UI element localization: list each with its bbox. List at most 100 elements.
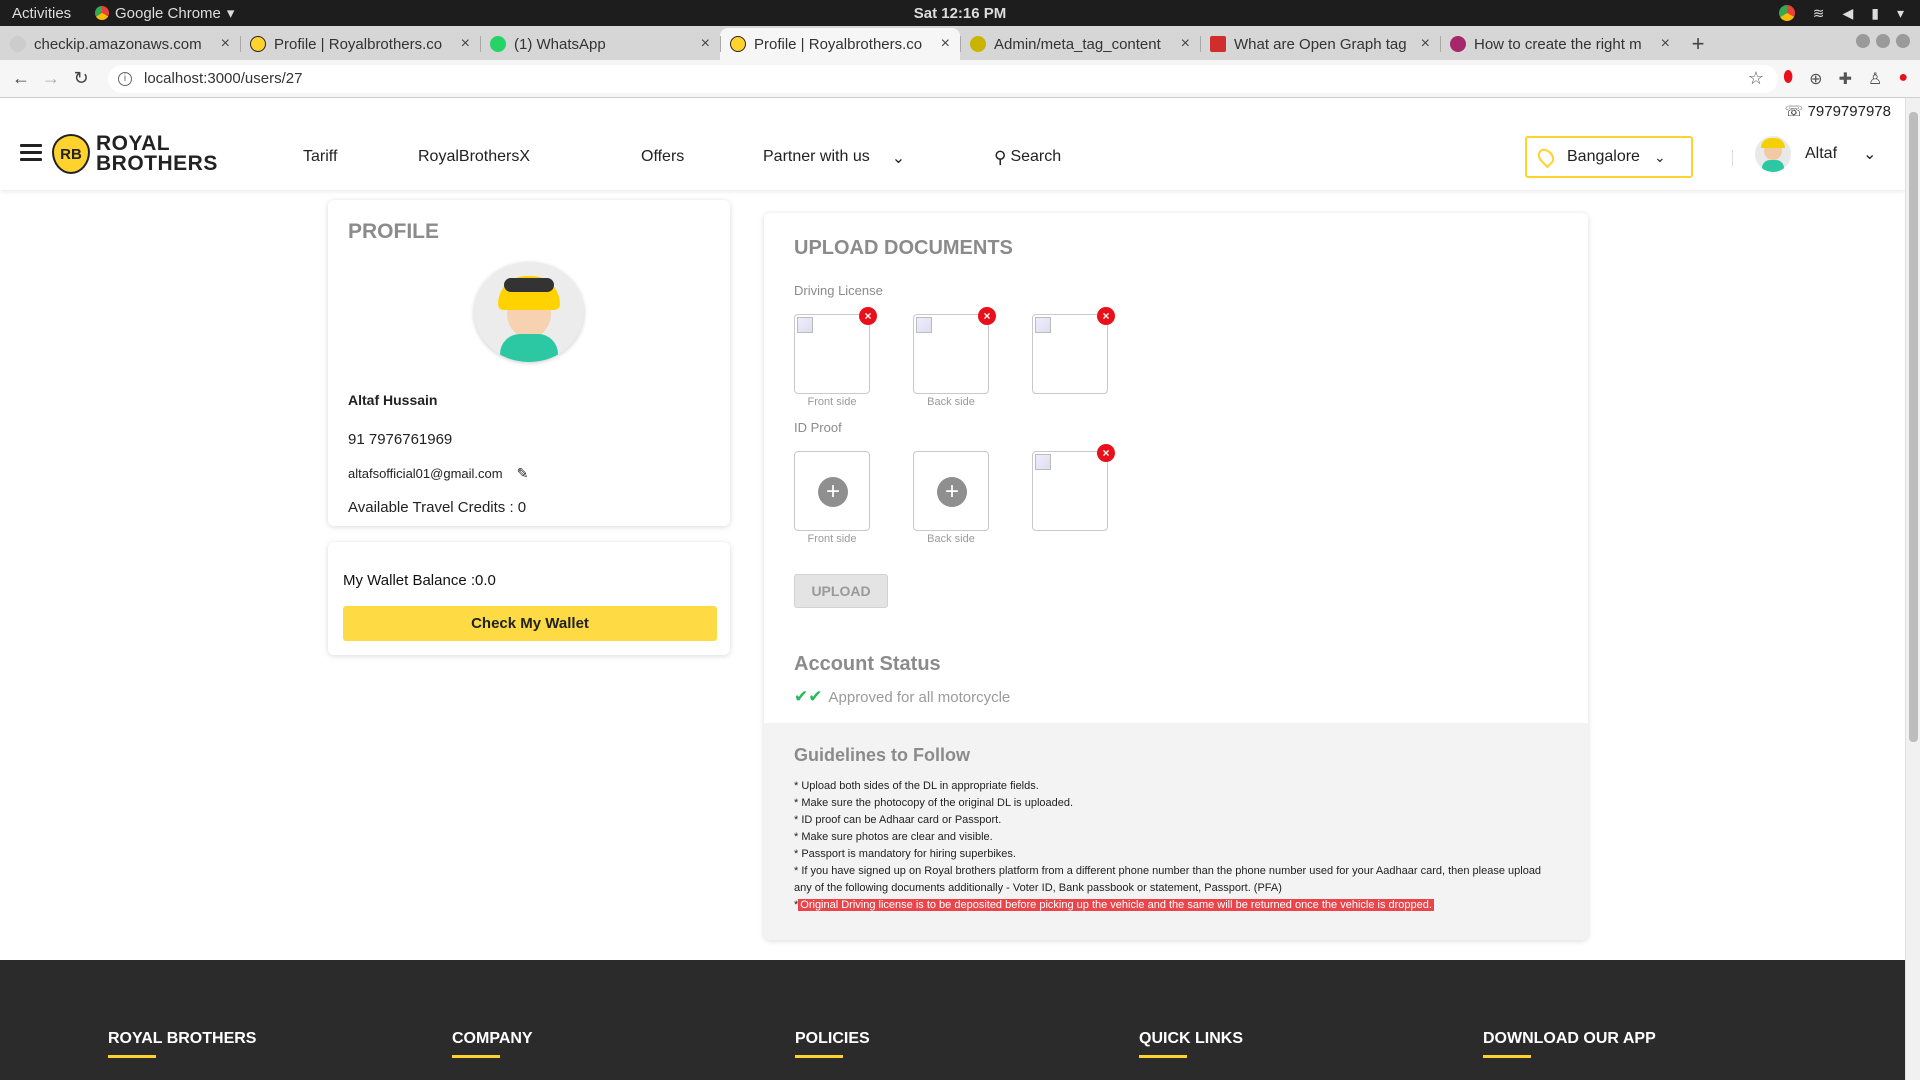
guideline-item: * Passport is mandatory for hiring super… <box>794 848 1016 860</box>
nav-tariff[interactable]: Tariff <box>303 148 337 166</box>
id-front-slot[interactable]: + <box>794 451 870 531</box>
avatar <box>1755 136 1791 172</box>
profile-extension-icon[interactable]: ♙ <box>1868 69 1882 89</box>
dl-front-caption: Front side <box>807 396 857 408</box>
add-icon: + <box>937 477 967 507</box>
new-tab-button[interactable]: + <box>1680 28 1716 60</box>
app-menu[interactable]: Google Chrome ▾ <box>95 4 234 22</box>
upload-button[interactable]: UPLOAD <box>794 574 888 608</box>
wallet-card: My Wallet Balance :0.0 Check My Wallet <box>328 542 730 655</box>
dl-extra-slot[interactable]: × <box>1032 307 1115 394</box>
red-extension-icon[interactable]: ● <box>1898 69 1908 89</box>
maximize-icon[interactable] <box>1876 34 1890 48</box>
address-bar[interactable]: i localhost:3000/users/27 ☆ <box>108 64 1778 93</box>
close-icon[interactable]: × <box>701 35 710 53</box>
close-icon[interactable]: × <box>221 35 230 53</box>
city-name: Bangalore <box>1567 148 1640 165</box>
guideline-item-highlight: * Original Driving license is to be depos… <box>794 897 1558 914</box>
remove-icon[interactable]: × <box>859 307 877 325</box>
globe-extension-icon[interactable]: ⊕ <box>1809 69 1822 89</box>
guideline-item: * Make sure photos are clear and visible… <box>794 831 993 843</box>
system-top-bar: Activities Google Chrome ▾ Sat 12:16 PM … <box>0 0 1920 26</box>
browser-tab[interactable]: (1) WhatsApp × <box>480 28 720 60</box>
id-front-caption: Front side <box>807 533 857 545</box>
favicon-icon <box>970 36 986 52</box>
dl-back-slot[interactable]: × <box>913 307 996 394</box>
nav-offers[interactable]: Offers <box>641 148 684 166</box>
check-wallet-button[interactable]: Check My Wallet <box>343 606 717 641</box>
clock[interactable]: Sat 12:16 PM <box>914 5 1007 22</box>
nav-search[interactable]: ⚲ Search <box>994 148 1061 168</box>
browser-tab[interactable]: How to create the right m × <box>1440 28 1680 60</box>
id-back-slot[interactable]: + <box>913 451 989 531</box>
browser-tab[interactable]: checkip.amazonaws.com × <box>0 28 240 60</box>
scrollbar-thumb[interactable] <box>1909 112 1918 742</box>
volume-icon[interactable]: ◀ <box>1842 5 1853 22</box>
close-icon[interactable]: × <box>1421 35 1430 53</box>
dl-front-slot[interactable]: × <box>794 307 877 394</box>
account-status-heading: Account Status <box>794 653 941 675</box>
activities-button[interactable]: Activities <box>0 5 95 22</box>
wifi-icon[interactable]: ≋ <box>1813 5 1825 22</box>
tab-title: checkip.amazonaws.com <box>34 35 202 53</box>
remove-icon[interactable]: × <box>978 307 996 325</box>
browser-tab[interactable]: Profile | Royalbrothers.co × <box>240 28 480 60</box>
profile-email: altafsofficial01@gmail.com <box>348 466 503 481</box>
footer-heading-royal-brothers: ROYAL BROTHERS <box>108 1030 256 1058</box>
id-extra-slot[interactable]: × <box>1032 444 1115 531</box>
back-icon[interactable]: ← <box>6 68 36 89</box>
header-phone[interactable]: ☏ 7979797978 <box>1785 102 1891 120</box>
tab-title: How to create the right m <box>1474 35 1642 53</box>
guidelines-heading: Guidelines to Follow <box>794 745 971 765</box>
puzzle-extension-icon[interactable]: ✚ <box>1839 69 1852 89</box>
extensions-area: ⬮ ⊕ ✚ ♙ ● <box>1783 69 1908 89</box>
guideline-item: * Make sure the photocopy of the origina… <box>794 797 1074 809</box>
chevron-down-icon: ⌄ <box>891 150 906 167</box>
user-menu[interactable]: Altaf ⌄ <box>1755 136 1876 172</box>
dl-back-caption: Back side <box>927 396 975 408</box>
nav-partner-with-us[interactable]: Partner with us ⌄ <box>763 148 905 168</box>
battery-icon[interactable]: ▮ <box>1871 5 1879 22</box>
nav-royalbrothersx[interactable]: RoyalBrothersX <box>418 148 530 166</box>
profile-avatar[interactable] <box>474 262 584 362</box>
edit-pencil-icon[interactable]: ✎ <box>517 465 529 482</box>
logo-line-1: ROYAL <box>96 132 171 155</box>
driving-license-label: Driving License <box>794 283 883 298</box>
hamburger-menu-icon[interactable] <box>20 144 42 165</box>
wallet-balance: My Wallet Balance :0.0 <box>343 572 496 589</box>
chrome-tray-icon[interactable] <box>1778 4 1795 21</box>
close-icon[interactable]: × <box>1181 35 1190 53</box>
close-icon[interactable]: × <box>1661 35 1670 53</box>
city-selector[interactable]: Bangalore ⌄ <box>1525 136 1693 178</box>
remove-icon[interactable]: × <box>1097 444 1115 462</box>
favicon-icon <box>10 36 26 52</box>
system-tray[interactable]: ≋ ◀ ▮ ▾ <box>1778 4 1904 22</box>
chevron-down-icon: ⌄ <box>1863 146 1877 163</box>
broken-image-icon <box>1035 317 1051 333</box>
id-proof-label: ID Proof <box>794 420 842 435</box>
minimize-icon[interactable] <box>1856 34 1870 48</box>
opera-extension-icon[interactable]: ⬮ <box>1783 69 1793 89</box>
favicon-icon <box>250 36 266 52</box>
forward-icon[interactable]: → <box>36 68 66 89</box>
favicon-icon <box>1450 36 1466 52</box>
profile-heading: PROFILE <box>348 220 440 243</box>
close-window-icon[interactable] <box>1896 34 1910 48</box>
account-status: ✔✔ Approved for all motorcycle <box>794 687 1010 707</box>
browser-tab[interactable]: Admin/meta_tag_content × <box>960 28 1200 60</box>
close-icon[interactable]: × <box>941 35 950 53</box>
remove-icon[interactable]: × <box>1097 307 1115 325</box>
profile-phone: 91 7976761969 <box>348 431 453 448</box>
page-scrollbar[interactable] <box>1905 98 1920 1080</box>
reload-icon[interactable]: ↻ <box>66 68 96 89</box>
bookmark-star-icon[interactable]: ☆ <box>1748 68 1764 89</box>
close-icon[interactable]: × <box>461 35 470 53</box>
phone-number: 7979797978 <box>1807 103 1891 120</box>
site-logo[interactable]: RB ROYAL BROTHERS <box>52 132 218 174</box>
footer-heading-policies: POLICIES <box>795 1030 870 1058</box>
broken-image-icon <box>797 317 813 333</box>
power-icon[interactable]: ▾ <box>1897 5 1904 22</box>
info-icon[interactable]: i <box>118 71 132 86</box>
browser-tab-active[interactable]: Profile | Royalbrothers.co × <box>720 28 960 60</box>
browser-tab[interactable]: What are Open Graph tag × <box>1200 28 1440 60</box>
